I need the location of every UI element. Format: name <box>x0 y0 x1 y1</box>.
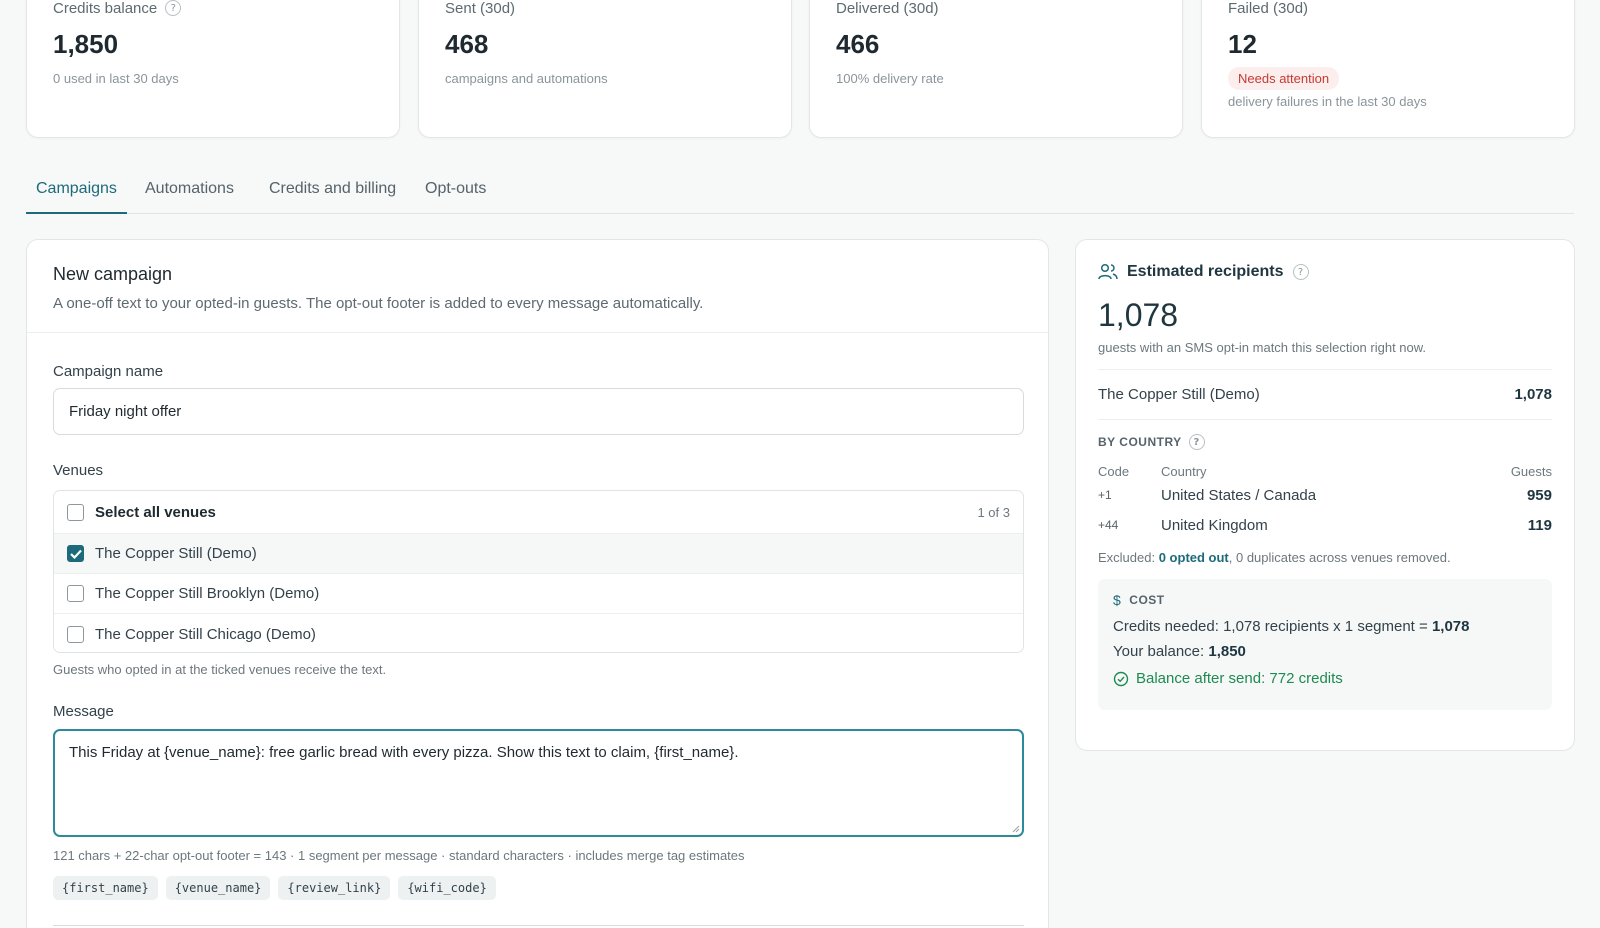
stat-value: 468 <box>445 29 489 59</box>
stat-card-credits-balance: Credits balance ? 1,850 0 used in last 3… <box>26 0 400 138</box>
country-name: United Kingdom <box>1161 516 1268 534</box>
cost-label: COST <box>1129 593 1165 607</box>
recipients-subtitle: guests with an SMS opt-in match this sel… <box>1098 340 1427 355</box>
country-code: +44 <box>1098 518 1119 532</box>
balance-prefix: Your balance: <box>1113 643 1205 660</box>
merge-tag[interactable]: {first_name} <box>53 876 158 900</box>
check-circle-icon <box>1113 671 1129 686</box>
venue-name: The Copper Still (Demo) <box>95 545 257 562</box>
needs-attention-badge: Needs attention <box>1228 67 1340 90</box>
select-all-checkbox[interactable] <box>67 503 84 521</box>
stat-label: Delivered (30d) <box>836 0 939 17</box>
merge-tag[interactable]: {venue_name} <box>165 876 271 900</box>
stat-label: Failed (30d) <box>1228 0 1309 17</box>
campaign-name-label: Campaign name <box>53 363 164 380</box>
stat-subtext: delivery failures in the last 30 days <box>1228 94 1427 109</box>
venues-hint: Guests who opted in at the ticked venues… <box>53 662 387 677</box>
excluded-note: Excluded: 0 opted out, 0 duplicates acro… <box>1098 550 1552 565</box>
venue-count: 1 of 3 <box>977 504 1010 520</box>
select-all-label: Select all venues <box>95 503 216 521</box>
message-textarea[interactable]: This Friday at {venue_name}: free garlic… <box>53 729 1024 837</box>
table-row: +1 United States / Canada 959 <box>1098 480 1552 510</box>
credits-needed-prefix: Credits needed: 1,078 recipients x 1 seg… <box>1113 618 1428 635</box>
estimated-recipients-card: Estimated recipients ? 1,078 guests with… <box>1075 239 1575 751</box>
country-name: United States / Canada <box>1161 486 1317 504</box>
venues-label: Venues <box>53 462 104 479</box>
country-code: +1 <box>1098 488 1112 502</box>
check-icon <box>69 549 82 559</box>
tab-automations[interactable]: Automations <box>145 180 234 214</box>
resize-grip-icon[interactable] <box>1010 823 1020 833</box>
stat-value: 1,850 <box>53 29 119 59</box>
venue-checkbox[interactable] <box>67 585 84 602</box>
help-icon[interactable]: ? <box>165 0 182 16</box>
country-table: Code Country Guests +1 United States / C… <box>1098 462 1552 540</box>
excluded-prefix: Excluded: <box>1098 550 1156 565</box>
recipients-count: 1,078 <box>1098 297 1179 333</box>
stat-value: 12 <box>1228 29 1257 59</box>
new-campaign-card: New campaign A one-off text to your opte… <box>26 239 1049 928</box>
credits-needed-value: 1,078 <box>1431 618 1470 635</box>
tab-campaigns[interactable]: Campaigns <box>26 180 127 214</box>
campaign-name-input[interactable]: Friday night offer <box>53 388 1024 435</box>
balance-after-text: Balance after send: 772 credits <box>1136 670 1343 687</box>
venues-list: Select all venues 1 of 3 The Copper Stil… <box>53 490 1024 653</box>
opted-out-link[interactable]: 0 opted out <box>1159 550 1229 565</box>
stat-label: Sent (30d) <box>445 0 516 17</box>
message-stats: 121 chars + 22-char opt-out footer = 143… <box>53 848 745 863</box>
balance-value: 1,850 <box>1208 643 1246 660</box>
balance-after-send: Balance after send: 772 credits <box>1113 670 1537 687</box>
venue-row[interactable]: The Copper Still Chicago (Demo) <box>54 614 1023 652</box>
stat-subtext: 100% delivery rate <box>836 71 944 86</box>
country-table-header: Code Country Guests <box>1098 462 1552 480</box>
stat-card-sent: Sent (30d) 468 campaigns and automations <box>418 0 792 138</box>
message-label: Message <box>53 703 114 720</box>
help-icon[interactable]: ? <box>1292 264 1309 280</box>
venue-recipient-row: The Copper Still (Demo) 1,078 <box>1098 369 1552 420</box>
dollar-icon: $ <box>1113 592 1122 608</box>
stat-value: 466 <box>836 29 880 59</box>
card-header: New campaign A one-off text to your opte… <box>27 240 1048 333</box>
stat-label: Credits balance <box>53 0 158 17</box>
card-title: New campaign <box>53 264 173 284</box>
column-header-code: Code <box>1098 463 1130 479</box>
merge-tags: {first_name} {venue_name} {review_link} … <box>53 876 496 900</box>
stat-subtext: campaigns and automations <box>445 71 608 86</box>
excluded-suffix: , 0 duplicates across venues removed. <box>1228 550 1451 565</box>
column-header-country: Country <box>1161 463 1207 479</box>
venue-row[interactable]: The Copper Still Brooklyn (Demo) <box>54 574 1023 614</box>
stat-card-delivered: Delivered (30d) 466 100% delivery rate <box>809 0 1183 138</box>
help-icon[interactable]: ? <box>1188 434 1205 450</box>
country-guests: 959 <box>1526 486 1552 504</box>
tab-bar: Campaigns Automations Credits and billin… <box>26 172 1574 214</box>
venue-checkbox[interactable] <box>67 545 84 562</box>
stat-subtext: 0 used in last 30 days <box>53 71 179 86</box>
campaign-name-value: Friday night offer <box>69 403 182 420</box>
cost-box: $ COST Credits needed: 1,078 recipients … <box>1098 579 1552 710</box>
credits-needed: Credits needed: 1,078 recipients x 1 seg… <box>1113 618 1537 635</box>
venue-name: The Copper Still Brooklyn (Demo) <box>95 585 320 602</box>
users-icon <box>1098 263 1118 280</box>
country-guests: 119 <box>1527 516 1552 534</box>
merge-tag[interactable]: {review_link} <box>278 876 391 900</box>
venue-name: The Copper Still Chicago (Demo) <box>95 625 316 643</box>
table-row: +44 United Kingdom 119 <box>1098 510 1552 540</box>
venue-recipient-count: 1,078 <box>1514 386 1552 403</box>
next-field-border <box>53 925 1024 926</box>
message-value: This Friday at {venue_name}: free garlic… <box>69 744 739 761</box>
by-country-label: BY COUNTRY <box>1098 435 1182 449</box>
merge-tag[interactable]: {wifi_code} <box>398 876 496 900</box>
card-description: A one-off text to your opted-in guests. … <box>53 295 704 312</box>
stat-card-failed: Failed (30d) 12 Needs attention delivery… <box>1201 0 1575 138</box>
tab-credits-and-billing[interactable]: Credits and billing <box>269 180 396 214</box>
select-all-venues-row[interactable]: Select all venues 1 of 3 <box>54 491 1023 534</box>
venue-row[interactable]: The Copper Still (Demo) <box>54 534 1023 574</box>
recipients-title: Estimated recipients <box>1127 263 1284 280</box>
venue-name: The Copper Still (Demo) <box>1098 386 1260 403</box>
venue-checkbox[interactable] <box>67 625 84 643</box>
your-balance: Your balance: 1,850 <box>1113 643 1537 660</box>
tab-opt-outs[interactable]: Opt-outs <box>425 180 486 214</box>
column-header-guests: Guests <box>1510 463 1552 479</box>
